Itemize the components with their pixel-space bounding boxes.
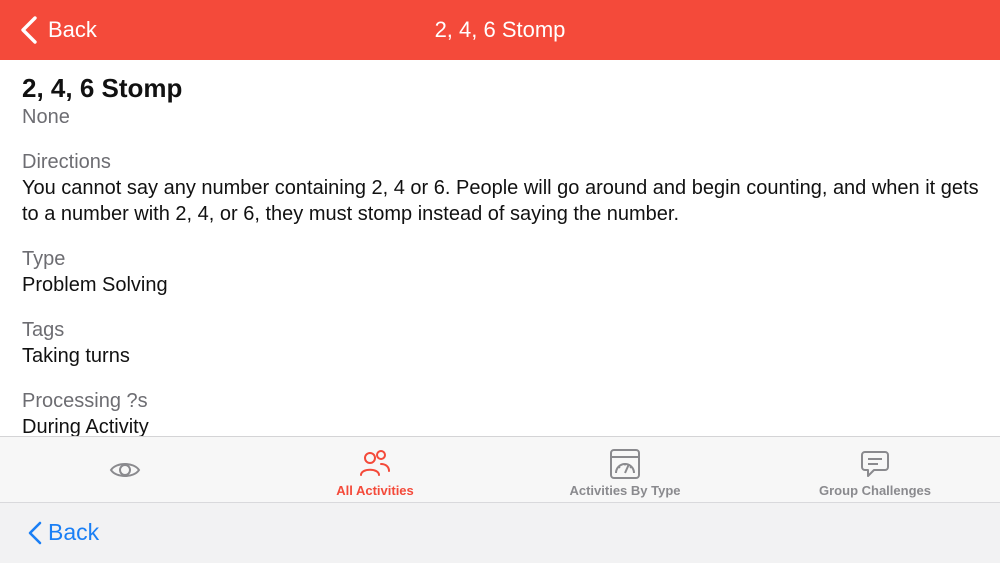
- tab-label: Activities By Type: [569, 483, 681, 498]
- activity-detail-screen: Back 2, 4, 6 Stomp 2, 4, 6 Stomp None Di…: [0, 0, 1000, 563]
- bottom-back-label: Back: [48, 519, 100, 545]
- section-label: Directions: [22, 151, 111, 173]
- bottom-toolbar: Back: [0, 503, 1000, 563]
- chevron-left-icon: [28, 521, 42, 544]
- speech-bubble-icon: [858, 447, 892, 481]
- tab-bar: All Activities Activities By Type Group …: [0, 436, 1000, 503]
- section-directions: Directions You cannot say any number con…: [22, 149, 980, 227]
- activity-subtitle: None: [22, 106, 70, 128]
- activity-title: 2, 4, 6 Stomp: [22, 73, 183, 103]
- people-icon: [358, 447, 392, 481]
- section-label: Tags: [22, 319, 65, 341]
- section-value: You cannot say any number containing 2, …: [22, 177, 979, 225]
- top-navigation-bar: Back 2, 4, 6 Stomp: [0, 0, 1000, 60]
- tab-all-activities[interactable]: All Activities: [300, 437, 450, 503]
- section-value: During Activity: [22, 416, 149, 436]
- bottom-back-button[interactable]: Back: [28, 519, 99, 546]
- section-processing-questions: Processing ?s During Activity: [22, 388, 980, 436]
- section-value: Taking turns: [22, 345, 130, 367]
- section-label: Type: [22, 248, 66, 270]
- section-type: Type Problem Solving: [22, 246, 980, 298]
- tab-label: Group Challenges: [819, 483, 931, 498]
- section-label: Processing ?s: [22, 390, 148, 412]
- nav-title: 2, 4, 6 Stomp: [434, 17, 566, 42]
- tab-view[interactable]: [85, 437, 165, 503]
- section-value: Problem Solving: [22, 274, 168, 296]
- section-tags: Tags Taking turns: [22, 317, 980, 369]
- tab-label: All Activities: [336, 483, 414, 498]
- dashboard-gauge-icon: [608, 447, 642, 481]
- tab-group-challenges[interactable]: Group Challenges: [795, 437, 955, 503]
- tab-activities-by-type[interactable]: Activities By Type: [545, 437, 705, 503]
- activity-content[interactable]: 2, 4, 6 Stomp None Directions You cannot…: [0, 60, 1000, 436]
- eye-icon: [108, 453, 142, 487]
